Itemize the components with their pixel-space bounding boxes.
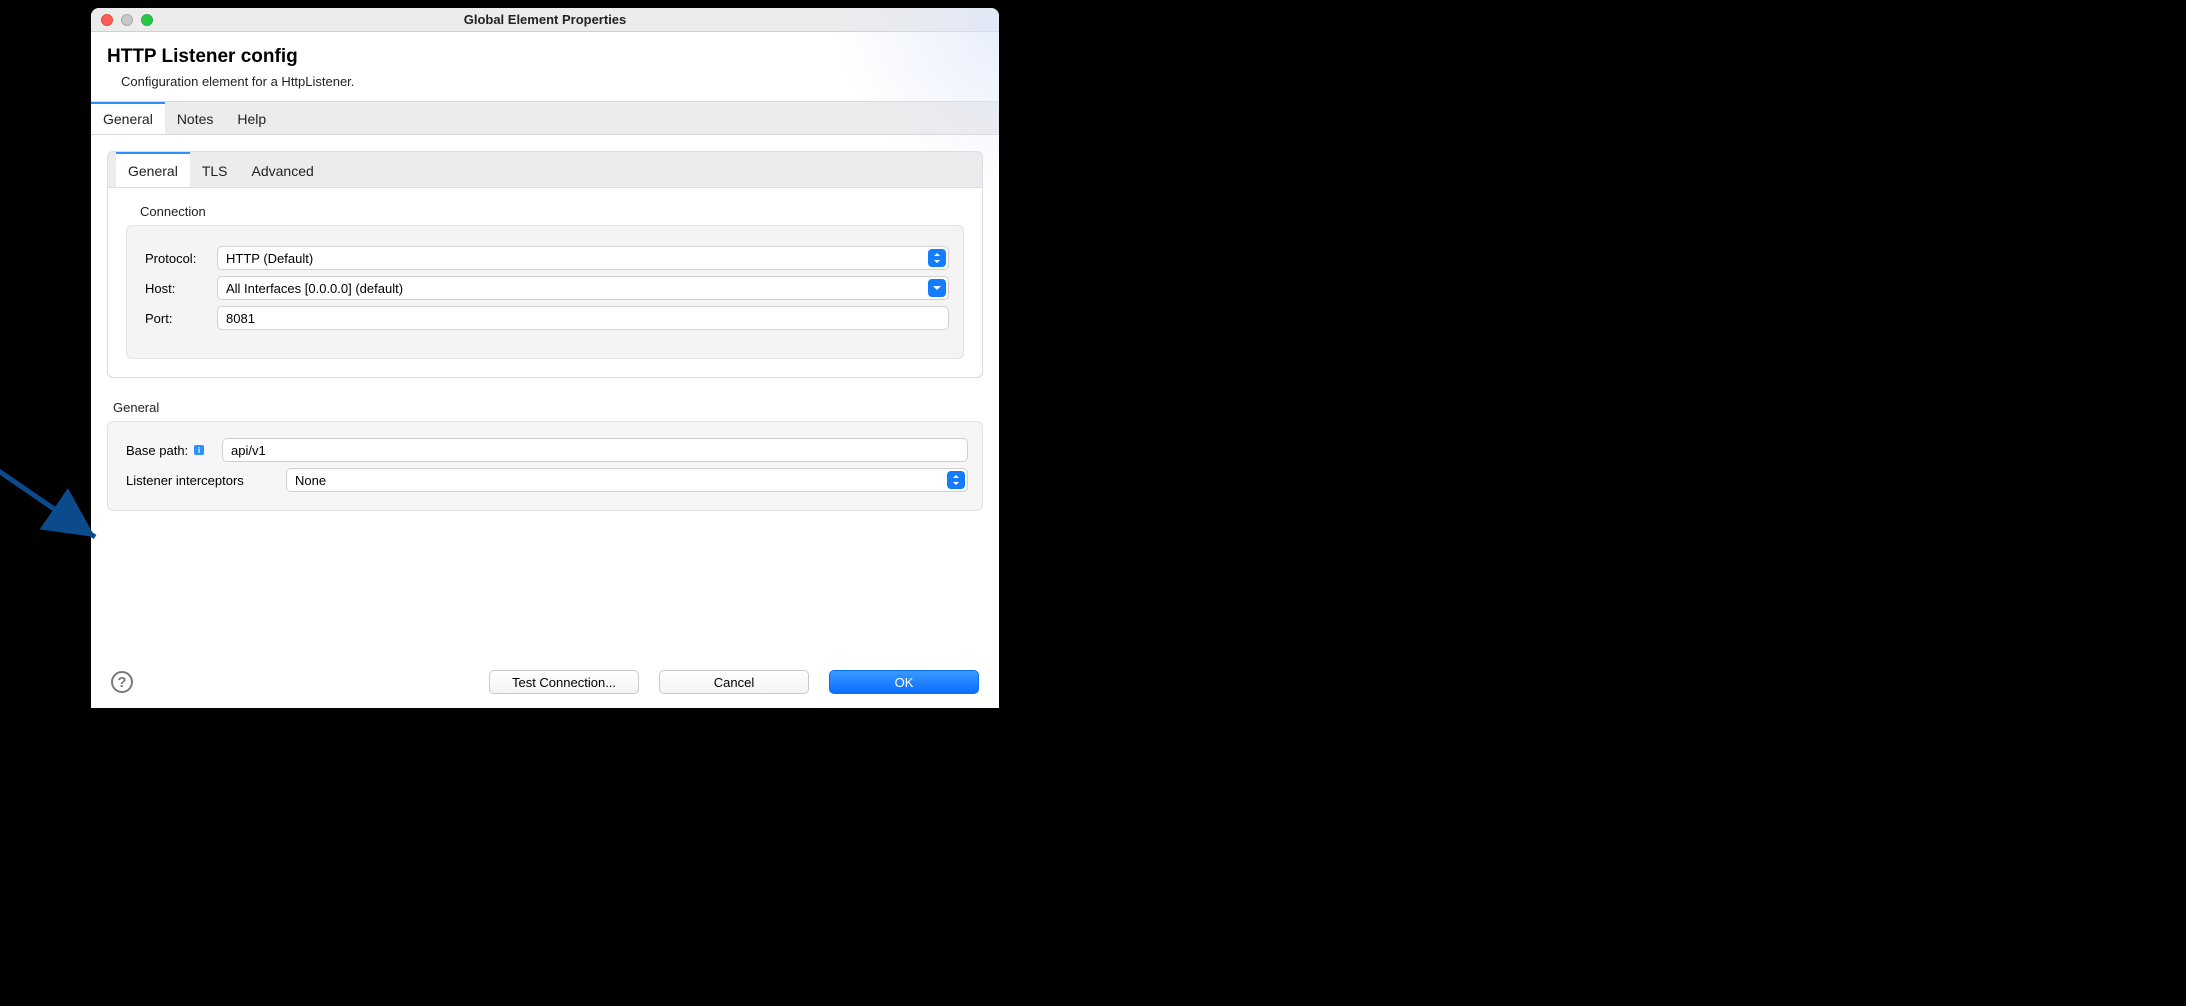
outer-tab-bar: General Notes Help [91,101,999,135]
connection-group: Protocol: HTTP (Default) Host: All Inter… [126,225,964,359]
general-section: General Base path: i api/v1 Listener int… [107,396,983,511]
dialog-header: HTTP Listener config Configuration eleme… [91,32,999,101]
general-group: Base path: i api/v1 Listener interceptor… [107,421,983,511]
base-path-label: Base path: [126,443,188,458]
connection-panel: General TLS Advanced Connection Protocol… [107,151,983,378]
chevron-down-icon [928,279,946,297]
close-window-button[interactable] [101,14,113,26]
info-icon: i [194,445,204,455]
minimize-window-button[interactable] [121,14,133,26]
port-input[interactable]: 8081 [217,306,949,330]
global-element-properties-dialog: Global Element Properties HTTP Listener … [91,8,999,708]
inner-tab-general[interactable]: General [116,152,190,187]
updown-arrows-icon [928,249,946,267]
protocol-select[interactable]: HTTP (Default) [217,246,949,270]
inner-tab-bar: General TLS Advanced [108,152,982,188]
cancel-button[interactable]: Cancel [659,670,809,694]
page-title: HTTP Listener config [107,46,983,68]
inner-tab-tls[interactable]: TLS [190,152,240,187]
tab-general[interactable]: General [91,102,165,134]
updown-arrows-icon [947,471,965,489]
connection-group-label: Connection [126,200,964,225]
help-icon[interactable]: ? [111,671,133,693]
window-title: Global Element Properties [91,12,999,27]
port-label: Port: [145,311,217,326]
base-path-input[interactable]: api/v1 [222,438,968,462]
tab-help[interactable]: Help [225,102,278,134]
content-area: General TLS Advanced Connection Protocol… [91,135,999,660]
host-label: Host: [145,281,217,296]
ok-button[interactable]: OK [829,670,979,694]
page-subtitle: Configuration element for a HttpListener… [107,68,983,89]
general-group-label: General [107,396,983,421]
test-connection-button[interactable]: Test Connection... [489,670,639,694]
tab-notes[interactable]: Notes [165,102,226,134]
interceptors-select[interactable]: None [286,468,968,492]
dialog-footer: ? Test Connection... Cancel OK [91,660,999,708]
titlebar: Global Element Properties [91,8,999,32]
base-path-label-wrap: Base path: i [126,443,222,458]
protocol-label: Protocol: [145,251,217,266]
interceptors-label: Listener interceptors [126,473,244,488]
inner-tab-advanced[interactable]: Advanced [240,152,326,187]
host-combobox[interactable]: All Interfaces [0.0.0.0] (default) [217,276,949,300]
maximize-window-button[interactable] [141,14,153,26]
